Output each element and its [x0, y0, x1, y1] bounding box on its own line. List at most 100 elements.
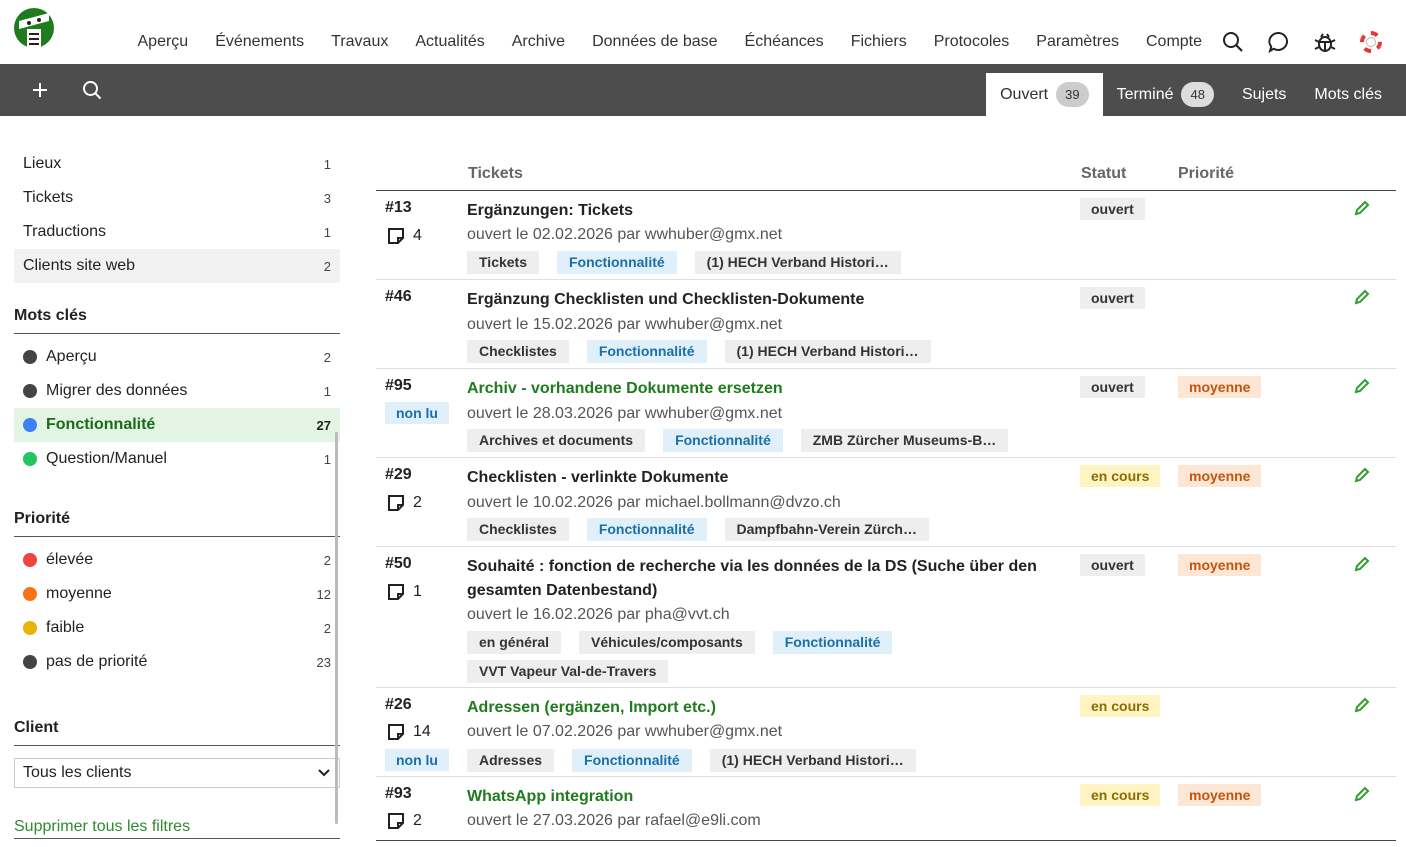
status-badge: ouvert: [1080, 554, 1145, 576]
comment-count-value: 2: [413, 812, 422, 829]
ticket-title[interactable]: Adressen (ergänzen, Import etc.): [467, 696, 1057, 720]
nav-evenements[interactable]: Événements: [202, 33, 318, 51]
tag[interactable]: Dampfbahn-Verein Zürch…: [724, 518, 929, 541]
nav-protocoles[interactable]: Protocoles: [920, 33, 1023, 51]
keyword-item[interactable]: Aperçu 2: [14, 340, 340, 374]
edit-icon[interactable]: [1353, 377, 1371, 400]
add-icon[interactable]: [26, 76, 54, 104]
edit-icon[interactable]: [1353, 288, 1371, 311]
tag[interactable]: Adresses: [467, 749, 555, 772]
table-row[interactable]: #26 14 non lu Adressen (ergänzen, Import…: [376, 688, 1396, 777]
category-item[interactable]: Clients site web 2: [14, 249, 340, 283]
tag[interactable]: Fonctionnalité: [586, 340, 707, 363]
unread-badge: non lu: [385, 402, 449, 424]
priority-count: 2: [323, 620, 331, 636]
column-header-priority[interactable]: Priorité: [1178, 165, 1234, 183]
table-row[interactable]: #13 4 Ergänzungen: Tickets ouvert le 02.…: [376, 191, 1396, 280]
table-row[interactable]: #46 Ergänzung Checklisten und Checkliste…: [376, 280, 1396, 369]
edit-icon[interactable]: [1353, 785, 1371, 808]
category-item[interactable]: Lieux 1: [14, 147, 340, 181]
category-item[interactable]: Traductions 1: [14, 215, 340, 249]
priority-badge: moyenne: [1178, 376, 1262, 398]
column-header-status[interactable]: Statut: [1081, 165, 1126, 183]
tag[interactable]: Fonctionnalité: [772, 631, 893, 654]
tag[interactable]: Véhicules/composants: [579, 631, 755, 654]
ticket-title[interactable]: Archiv - vorhandene Dokumente ersetzen: [467, 377, 1057, 401]
ticket-meta: ouvert le 07.02.2026 par wwhuber@gmx.net: [467, 723, 783, 740]
priority-item[interactable]: élevée 2: [14, 543, 340, 577]
priority-item[interactable]: faible 2: [14, 611, 340, 645]
tab-label: Terminé: [1116, 85, 1174, 103]
nav-donnees-de-base[interactable]: Données de base: [579, 33, 731, 51]
keyword-item[interactable]: Migrer des données 1: [14, 374, 340, 408]
nav-parametres[interactable]: Paramètres: [1023, 33, 1133, 51]
tag[interactable]: (1) HECH Verband Histori…: [694, 251, 901, 274]
keyword-count: 27: [316, 417, 331, 433]
table-row[interactable]: #93 2 WhatsApp integration ouvert le 27.…: [376, 777, 1396, 841]
tag[interactable]: ZMB Zürcher Museums-B…: [800, 429, 1009, 452]
nav-travaux[interactable]: Travaux: [318, 33, 402, 51]
tag[interactable]: (1) HECH Verband Histori…: [724, 340, 931, 363]
keyword-item[interactable]: Question/Manuel 1: [14, 442, 340, 476]
nav-compte[interactable]: Compte: [1133, 33, 1216, 51]
table-row[interactable]: #29 2 Checklisten - verlinkte Dokumente …: [376, 458, 1396, 547]
edit-icon[interactable]: [1353, 696, 1371, 719]
tab-ouvert[interactable]: Ouvert 39: [986, 73, 1103, 116]
nav-apercu[interactable]: Aperçu: [124, 33, 202, 51]
clear-filters-link[interactable]: Supprimer tous les filtres: [14, 818, 190, 835]
status-badge: ouvert: [1080, 376, 1145, 398]
keyword-count: 2: [323, 349, 331, 365]
tab-termine[interactable]: Terminé 48: [1103, 73, 1228, 116]
table-row[interactable]: #95 non lu Archiv - vorhandene Dokumente…: [376, 369, 1396, 458]
priority-item[interactable]: moyenne 12: [14, 577, 340, 611]
tag[interactable]: Fonctionnalité: [557, 251, 677, 274]
tag[interactable]: Fonctionnalité: [586, 518, 707, 541]
tab-mots-cles[interactable]: Mots clés: [1300, 73, 1396, 116]
table-row[interactable]: #50 1 Souhaité : fonction de recherche v…: [376, 547, 1396, 688]
sidebar-scrollbar[interactable]: [335, 432, 338, 824]
nav-echeances[interactable]: Échéances: [731, 33, 837, 51]
tag[interactable]: (1) HECH Verband Histori…: [709, 749, 916, 772]
client-select[interactable]: Tous les clients: [14, 758, 340, 788]
tag[interactable]: Fonctionnalité: [572, 749, 692, 772]
keyword-dot-icon: [23, 418, 37, 432]
tag[interactable]: Checklistes: [467, 518, 569, 541]
ticket-meta: ouvert le 28.03.2026 par wwhuber@gmx.net: [467, 405, 783, 422]
lifebuoy-icon[interactable]: [1360, 30, 1382, 54]
search-icon[interactable]: [1222, 30, 1244, 54]
tab-sujets[interactable]: Sujets: [1228, 73, 1300, 116]
chat-icon[interactable]: [1268, 30, 1290, 54]
table-header: Tickets Statut Priorité: [376, 164, 1396, 191]
keyword-item[interactable]: Fonctionnalité 27: [14, 408, 340, 442]
tag[interactable]: en général: [467, 631, 562, 654]
tag[interactable]: Archives et documents: [467, 429, 646, 452]
column-header-tickets[interactable]: Tickets: [468, 165, 523, 183]
comment-count: 2: [387, 812, 422, 830]
keyword-dot-icon: [23, 452, 37, 466]
ticket-title[interactable]: WhatsApp integration: [467, 785, 1057, 809]
priority-item[interactable]: pas de priorité 23: [14, 645, 340, 679]
edit-icon[interactable]: [1353, 199, 1371, 222]
app-logo[interactable]: [13, 7, 55, 53]
edit-icon[interactable]: [1353, 466, 1371, 489]
tag[interactable]: Checklistes: [467, 340, 569, 363]
search-icon[interactable]: [78, 76, 106, 104]
nav-actualites[interactable]: Actualités: [402, 33, 498, 51]
ticket-title[interactable]: Souhaité : fonction de recherche via les…: [467, 555, 1057, 603]
tag[interactable]: Fonctionnalité: [663, 429, 783, 452]
ticket-title[interactable]: Ergänzung Checklisten und Checklisten-Do…: [467, 288, 1057, 312]
ticket-title[interactable]: Ergänzungen: Tickets: [467, 199, 1057, 223]
bug-icon[interactable]: [1314, 30, 1336, 54]
nav-archive[interactable]: Archive: [498, 33, 578, 51]
category-item[interactable]: Tickets 3: [14, 181, 340, 215]
toolbar: Ouvert 39 Terminé 48 Sujets Mots clés: [0, 64, 1406, 116]
tag[interactable]: Tickets: [467, 251, 539, 274]
ticket-meta: ouvert le 10.02.2026 par michael.bollman…: [467, 494, 841, 511]
nav-fichiers[interactable]: Fichiers: [837, 33, 920, 51]
category-count: 1: [323, 156, 331, 172]
priority-heading: Priorité: [14, 510, 340, 537]
tag[interactable]: VVT Vapeur Val-de-Travers: [467, 660, 669, 683]
ticket-title[interactable]: Checklisten - verlinkte Dokumente: [467, 466, 1057, 490]
edit-icon[interactable]: [1353, 555, 1371, 578]
comment-count-value: 2: [413, 494, 422, 511]
